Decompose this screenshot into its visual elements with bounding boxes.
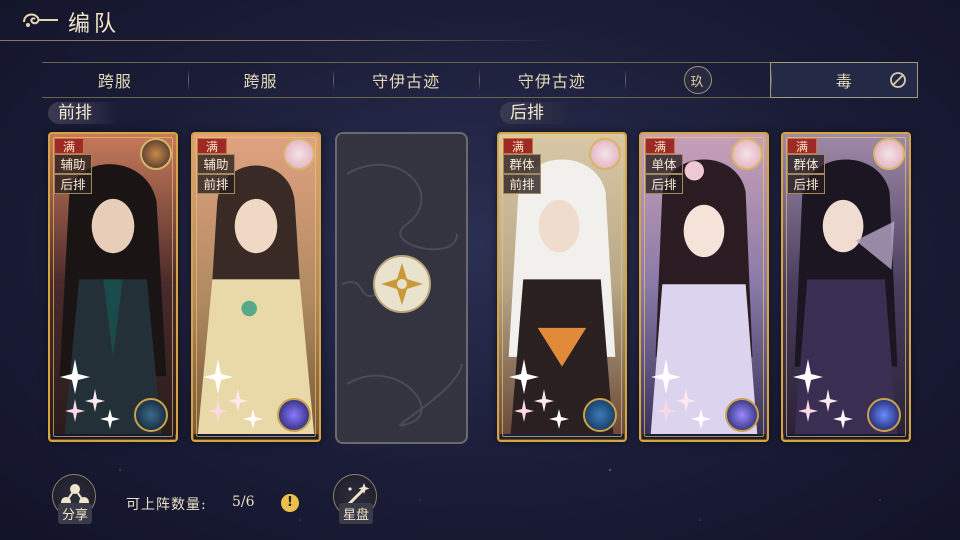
back-row-label: 后排 — [500, 102, 572, 124]
share-label: 分享 — [58, 503, 93, 524]
ban-icon — [890, 72, 906, 88]
character-card[interactable]: 满 辅助 前排 — [191, 132, 321, 442]
galaxy-orb-icon — [867, 398, 901, 432]
tab-ruins-2[interactable]: 守伊古迹 — [479, 63, 625, 97]
pig-avatar-icon — [283, 138, 315, 170]
element-avatar-icon — [140, 138, 172, 170]
tab-label: 守伊古迹 — [517, 72, 586, 91]
pig-avatar-icon — [589, 138, 621, 170]
star-rank-icon — [509, 359, 569, 429]
tab-poison[interactable]: 毒 — [770, 62, 919, 98]
level-max-tag: 满 — [503, 138, 533, 154]
position-tag: 前排 — [197, 174, 235, 194]
tab-cross-server-2[interactable]: 跨服 — [187, 63, 334, 97]
tab-ruins-1[interactable]: 守伊古迹 — [333, 63, 479, 97]
astrolabe-label: 星盘 — [339, 503, 374, 524]
deploy-count-label: 可上阵数量: — [126, 497, 207, 513]
tab-nine[interactable]: 玖 — [624, 63, 771, 97]
tab-label: 跨服 — [243, 72, 278, 91]
empty-slot[interactable] — [335, 132, 468, 444]
compass-orb-icon — [134, 398, 168, 432]
character-card[interactable]: 满 群体 前排 — [497, 132, 627, 442]
role-tag: 单体 — [645, 154, 683, 174]
add-emblem-icon — [373, 255, 431, 313]
character-card[interactable]: 满 辅助 后排 — [48, 132, 178, 442]
level-max-tag: 满 — [645, 138, 675, 154]
character-card[interactable]: 满 群体 后排 — [781, 132, 911, 442]
position-tag: 前排 — [503, 174, 541, 194]
pig-avatar-icon — [731, 138, 763, 170]
header: 编队 — [0, 0, 960, 40]
tab-badge: 玖 — [683, 66, 712, 94]
level-max-tag: 满 — [197, 138, 227, 154]
star-rank-icon — [60, 359, 120, 429]
level-max-tag: 满 — [54, 138, 84, 154]
level-max-tag: 满 — [787, 138, 817, 154]
role-tag: 辅助 — [197, 154, 235, 174]
role-tag: 辅助 — [54, 154, 92, 174]
role-tag: 群体 — [787, 154, 825, 174]
position-tag: 后排 — [645, 174, 683, 194]
star-rank-icon — [203, 359, 263, 429]
character-card[interactable]: 满 单体 后排 — [639, 132, 769, 442]
galaxy-orb-icon — [277, 398, 311, 432]
tab-label: 毒 — [835, 72, 853, 91]
deploy-count-value: 5/6 — [232, 494, 255, 510]
tab-label: 跨服 — [97, 72, 132, 91]
role-tag: 群体 — [503, 154, 541, 174]
position-tag: 后排 — [54, 174, 92, 194]
pig-avatar-icon — [873, 138, 905, 170]
star-rank-icon — [793, 359, 853, 429]
front-row-label: 前排 — [48, 102, 120, 124]
tab-label: 守伊古迹 — [372, 72, 441, 91]
galaxy-orb-icon — [725, 398, 759, 432]
position-tag: 后排 — [787, 174, 825, 194]
tab-cross-server-1[interactable]: 跨服 — [42, 63, 188, 97]
star-rank-icon — [651, 359, 711, 429]
page-title: 编队 — [68, 12, 121, 37]
warning-icon[interactable]: ! — [281, 494, 299, 512]
team-tabs: 跨服 跨服 守伊古迹 守伊古迹 玖 毒 — [42, 62, 919, 98]
cloud-swirl-icon — [23, 13, 58, 27]
compass-orb-icon — [583, 398, 617, 432]
header-divider — [0, 40, 560, 41]
